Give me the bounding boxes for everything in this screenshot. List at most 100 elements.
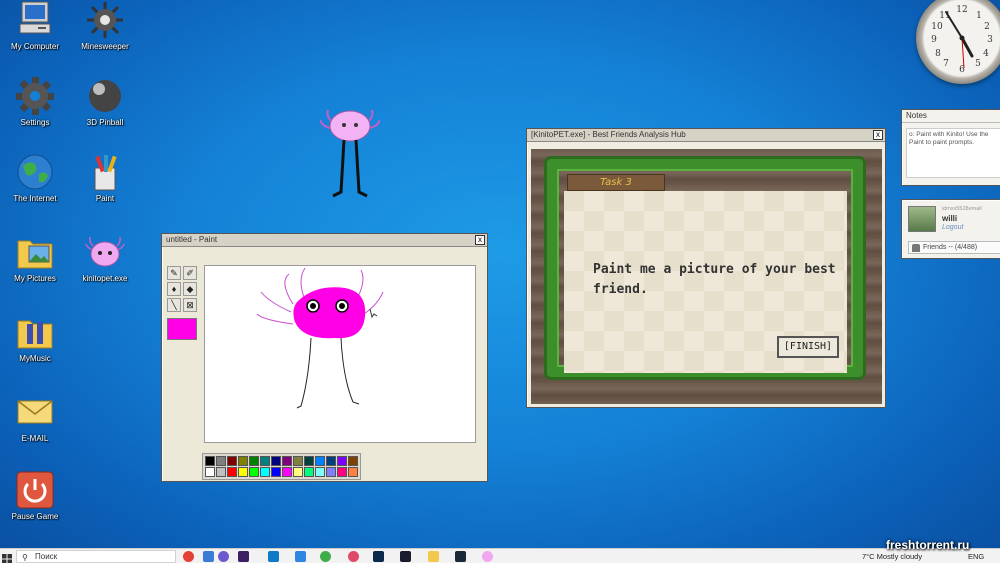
line-tool-icon[interactable]: ╲ [167,298,181,312]
windows-logo-icon [2,554,12,563]
language-indicator[interactable]: ENG [968,551,984,562]
clear-tool-icon[interactable]: ⊠ [183,298,197,312]
svg-text:1: 1 [976,11,982,21]
friends-list-button[interactable]: Friends -- (4/488) [908,241,1000,254]
gear-icon [15,76,55,116]
envelope-icon [15,392,55,432]
svg-text:12: 12 [956,5,967,15]
svg-text:4: 4 [983,49,989,59]
task-label: Task 3 [567,174,665,191]
fill-tool-icon[interactable]: ◆ [183,282,197,296]
logout-link[interactable]: Logout [942,224,963,231]
palette-swatch[interactable] [337,467,347,477]
notes-widget[interactable]: Notes o: Paint with Kinito! Use the Pain… [901,109,1000,186]
globe-icon [15,152,55,192]
app-icon[interactable] [203,551,214,562]
palette-swatch[interactable] [348,456,358,466]
desktop-icon-label: kinitopet.exe [82,274,128,283]
eraser-tool-icon[interactable]: ✎ [167,266,181,280]
palette-swatch[interactable] [260,456,270,466]
desktop-icon-mymusic[interactable]: MyMusic [0,312,70,363]
pencil-tool-icon[interactable]: ✐ [183,266,197,280]
palette-swatch[interactable] [348,467,358,477]
palette-swatch[interactable] [260,467,270,477]
palette-swatch[interactable] [249,467,259,477]
palette-swatch[interactable] [304,456,314,466]
discord-icon[interactable] [218,551,229,562]
desktop-icon-minesweeper[interactable]: Minesweeper [70,0,140,51]
store-icon[interactable] [268,551,279,562]
paint-canvas[interactable] [204,265,476,443]
desktop-icon-pause-game[interactable]: Pause Game [0,470,70,521]
palette-swatch[interactable] [249,456,259,466]
palette-swatch[interactable] [216,467,226,477]
user-id: idmsx5528email [942,206,982,212]
kinito-window[interactable]: [KinitoPET.exe] - Best Friends Analysis … [526,128,886,408]
desktop-icon-kinitopet[interactable]: kinitopet.exe [70,232,140,283]
palette-swatch[interactable] [293,456,303,466]
kinito-taskbar-icon[interactable] [482,551,493,562]
palette-swatch[interactable] [282,456,292,466]
paint-window[interactable]: untitled - Paint x ✎ ✐ ♦ ◆ ╲ ⊠ [161,233,488,482]
palette-swatch[interactable] [205,467,215,477]
svg-text:3: 3 [987,35,993,45]
start-button[interactable] [2,551,12,563]
search-placeholder: Поиск [35,552,58,561]
current-color-swatch [167,318,197,340]
palette-swatch[interactable] [238,467,248,477]
desktop-icon-settings[interactable]: Settings [0,76,70,127]
kinito-pet-character[interactable] [319,108,381,203]
palette-swatch[interactable] [216,456,226,466]
desktop-icon-label: The Internet [13,194,57,203]
svg-text:8: 8 [935,49,941,59]
mail-icon[interactable] [295,551,306,562]
desktop-icon-email[interactable]: E-MAIL [0,392,70,443]
chrome-icon[interactable] [183,551,194,562]
watermark: freshtorrent.ru [886,538,970,552]
palette-swatch[interactable] [337,456,347,466]
analog-clock: 12 1 2 345 678 9 10 11 [916,0,1000,84]
mine-icon [85,0,125,40]
desktop-icon-paint[interactable]: Paint [70,152,140,203]
desktop-icon-the-internet[interactable]: The Internet [0,152,70,203]
palette-swatch[interactable] [271,456,281,466]
palette-swatch[interactable] [282,467,292,477]
taskbar-search[interactable]: ⚲ Поиск [16,550,176,563]
palette-swatch[interactable] [238,456,248,466]
premiere-icon[interactable] [238,551,249,562]
palette-swatch[interactable] [205,456,215,466]
kinito-close-button[interactable]: x [873,130,883,140]
desktop-icon-3d-pinball[interactable]: 3D Pinball [70,76,140,127]
finish-button[interactable]: [FINISH] [777,336,839,358]
desktop-icon-label: Pause Game [11,512,59,521]
palette-swatch[interactable] [326,467,336,477]
app2-icon[interactable] [400,551,411,562]
palette-swatch[interactable] [304,467,314,477]
desktop-icon-label: Minesweeper [81,42,129,51]
desktop-icon-label: MyMusic [19,354,51,363]
weather-status[interactable]: 7°C Mostly cloudy [862,551,922,562]
notes-title: Notes [906,111,927,120]
friends-count: Friends -- (4/488) [923,244,978,251]
clock-face-icon: 1212 345 678 91011 [931,5,993,75]
desktop-icon-my-computer[interactable]: My Computer [0,0,70,51]
desktop-icon-my-pictures[interactable]: My Pictures [0,232,70,283]
palette-swatch[interactable] [315,467,325,477]
kinito-pet-icon [85,232,125,272]
notes-text[interactable]: o: Paint with Kinito! Use the Paint to p… [906,128,1000,178]
palette-swatch[interactable] [293,467,303,477]
brush-tool-icon[interactable]: ♦ [167,282,181,296]
folder-icon[interactable] [428,551,439,562]
paint-close-button[interactable]: x [475,235,485,245]
opera-icon[interactable] [348,551,359,562]
kinito-titlebar[interactable]: [KinitoPET.exe] - Best Friends Analysis … [527,129,885,142]
palette-swatch[interactable] [315,456,325,466]
palette-swatch[interactable] [227,456,237,466]
paint-titlebar[interactable]: untitled - Paint x [162,234,487,247]
messenger-icon[interactable] [320,551,331,562]
photoshop-icon[interactable] [373,551,384,562]
palette-swatch[interactable] [271,467,281,477]
palette-swatch[interactable] [326,456,336,466]
palette-swatch[interactable] [227,467,237,477]
steam-icon[interactable] [455,551,466,562]
